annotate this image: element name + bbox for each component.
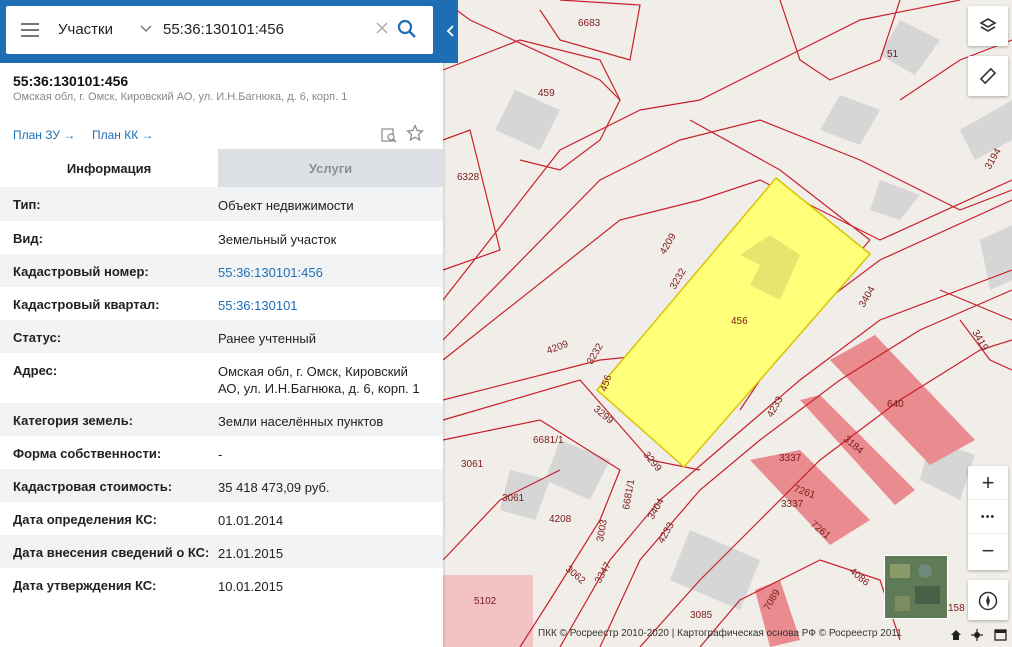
table-row: Кадастровая стоимость: 35 418 473,09 руб.	[0, 469, 443, 502]
row-value: Земельный участок	[218, 232, 337, 247]
table-row: Кадастровый номер: 55:36:130101:456	[0, 254, 443, 287]
row-label: Кадастровая стоимость:	[13, 479, 173, 494]
table-row: Тип: Объект недвижимости	[0, 187, 443, 221]
cadastral-quarter-link[interactable]: 55:36:130101	[218, 297, 433, 314]
tab-services[interactable]: Услуги	[218, 149, 443, 187]
search-type-select[interactable]: Участки	[58, 21, 113, 38]
parcel-label: 6681/1	[533, 435, 564, 446]
layers-button[interactable]	[968, 6, 1008, 46]
collapse-panel-button[interactable]	[443, 0, 458, 63]
row-label: Дата определения КС:	[13, 512, 157, 527]
table-row: Кадастровый квартал: 55:36:130101	[0, 287, 443, 320]
star-icon[interactable]	[406, 124, 424, 142]
row-label: Тип:	[13, 197, 41, 212]
row-label: Вид:	[13, 231, 43, 246]
info-panel: Участки 55:36:130101:456 55:36:130101:45…	[0, 0, 458, 647]
chevron-left-icon	[446, 25, 454, 37]
parcel-label: 51	[887, 49, 899, 60]
parcel-label: 3085	[690, 610, 713, 621]
chevron-down-icon[interactable]	[138, 20, 154, 36]
menu-icon[interactable]	[21, 23, 39, 37]
bottom-map-icons	[951, 629, 1007, 641]
table-row: Дата утверждения КС: 10.01.2015	[0, 568, 443, 601]
parcel-label: 6683	[578, 18, 601, 29]
parcel-label: 459	[538, 88, 555, 99]
compass-button[interactable]	[968, 580, 1008, 620]
panel-tabs: Информация Услуги	[0, 149, 443, 187]
table-row: Статус: Ранее учтенный	[0, 320, 443, 353]
compass-icon	[978, 591, 998, 611]
parcel-label: 4208	[549, 514, 572, 525]
parcel-label: 6328	[457, 172, 480, 183]
plan-kk-link[interactable]: План КК →	[92, 128, 154, 142]
table-row: Категория земель: Земли населённых пункто…	[0, 403, 443, 436]
row-value: 01.01.2014	[218, 513, 284, 528]
zoom-out-button[interactable]: −	[968, 534, 1008, 568]
parcel-label: 5102	[474, 596, 497, 607]
parcel-label: 3061	[461, 459, 484, 470]
row-value: Ранее учтенный	[218, 331, 316, 346]
find-on-map-icon[interactable]	[380, 126, 398, 144]
table-row: Вид: Земельный участок	[0, 221, 443, 254]
row-value: -	[218, 447, 223, 462]
table-row: Дата определения КС: 01.01.2014	[0, 502, 443, 535]
row-value: 21.01.2015	[218, 546, 284, 561]
row-label: Статус:	[13, 330, 62, 345]
parcel-label: 3337	[779, 453, 802, 464]
row-value: Земли населённых пунктов	[218, 414, 384, 429]
zoom-controls: + ••• −	[968, 466, 1008, 570]
table-row: Форма собственности: -	[0, 436, 443, 469]
info-table: Тип: Объект недвижимости Вид: Земельный уч…	[0, 187, 443, 601]
parcel-label: 158	[948, 603, 965, 614]
row-value: Омская обл, г. Омск, Кировский АО, ул. И…	[218, 364, 420, 396]
locate-icon[interactable]	[971, 629, 983, 641]
search-input[interactable]: 55:36:130101:456	[163, 21, 284, 38]
row-value: 10.01.2015	[218, 579, 284, 594]
row-value: 35 418 473,09 руб.	[218, 480, 330, 495]
row-label: Категория земель:	[13, 413, 134, 428]
row-label: Кадастровый номер:	[13, 264, 149, 279]
row-label: Кадастровый квартал:	[13, 297, 160, 312]
row-label: Адрес:	[13, 363, 58, 378]
parcel-label: 3337	[781, 499, 804, 510]
parcel-label: 640	[887, 399, 904, 410]
layers-icon	[979, 18, 997, 32]
plan-zu-link[interactable]: План ЗУ →	[13, 128, 75, 142]
more-button[interactable]: •••	[968, 500, 1008, 534]
copyright-text: ПКК © Росреестр 2010-2020 | Картографиче…	[538, 628, 902, 639]
search-box: Участки 55:36:130101:456	[6, 6, 433, 54]
row-label: Дата внесения сведений о КС:	[13, 545, 210, 560]
table-row: Адрес: Омская обл, г. Омск, Кировский АО,…	[0, 353, 443, 403]
home-icon[interactable]	[951, 630, 961, 640]
zoom-in-button[interactable]: +	[968, 466, 1008, 500]
tab-info[interactable]: Информация	[0, 149, 218, 187]
basemap-switcher[interactable]	[884, 555, 948, 619]
fullscreen-icon[interactable]	[994, 629, 1007, 641]
parcel-label: 3061	[502, 493, 525, 504]
cadastral-number-link[interactable]: 55:36:130101:456	[218, 264, 433, 281]
object-address: Омская обл, г. Омск, Кировский АО, ул. И…	[13, 91, 348, 103]
search-bar: Участки 55:36:130101:456	[0, 0, 458, 63]
row-label: Форма собственности:	[13, 446, 162, 461]
measure-button[interactable]	[968, 56, 1008, 96]
table-row: Дата внесения сведений о КС: 21.01.2015	[0, 535, 443, 568]
satellite-thumbnail	[885, 556, 947, 618]
object-title: 55:36:130101:456	[13, 73, 129, 89]
parcel-label: 456	[731, 316, 748, 327]
ruler-icon	[979, 67, 997, 85]
close-icon[interactable]	[374, 20, 390, 36]
row-value: Объект недвижимости	[218, 198, 354, 213]
search-icon[interactable]	[396, 18, 418, 40]
row-label: Дата утверждения КС:	[13, 578, 157, 593]
